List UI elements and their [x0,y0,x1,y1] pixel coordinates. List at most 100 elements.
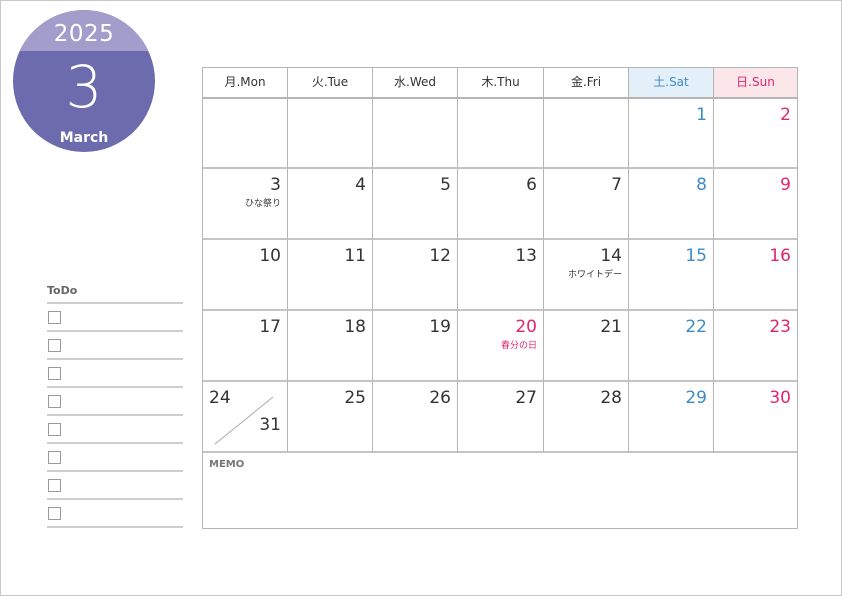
day-number: 18 [344,317,366,337]
day-cell[interactable] [373,99,458,169]
weekday-header: 金.Fri [544,68,629,99]
todo-checkbox[interactable] [48,367,61,380]
day-number: 8 [696,175,707,195]
day-number: 9 [780,175,791,195]
month-name: March [59,130,109,146]
day-number: 26 [429,388,451,408]
day-number: 28 [600,388,622,408]
todo-item [47,472,183,498]
weekday-header: 水.Wed [373,68,458,99]
todo-item [47,360,183,386]
weekday-header: 木.Thu [458,68,544,99]
day-cell[interactable]: 24 31 [203,382,288,453]
day-cell[interactable]: 17 [203,311,288,382]
todo-checkbox[interactable] [48,451,61,464]
memo-label: MEMO [209,459,245,470]
day-number: 23 [769,317,791,337]
month-number: 3 [65,53,103,121]
day-cell[interactable]: 25 [288,382,373,453]
day-number: 10 [259,246,281,266]
weekday-header: 月.Mon [203,68,288,99]
todo-checkbox[interactable] [48,423,61,436]
day-cell[interactable]: 29 [629,382,714,453]
day-cell[interactable]: 20 春分の日 [458,311,544,382]
weekday-header: 火.Tue [288,68,373,99]
day-cell[interactable]: 9 [714,169,797,240]
day-number: 16 [769,246,791,266]
day-number: 19 [429,317,451,337]
day-number: 3 [270,175,281,195]
todo-checkbox[interactable] [48,395,61,408]
day-cell[interactable]: 27 [458,382,544,453]
day-number: 27 [515,388,537,408]
todo-item [47,388,183,414]
day-cell[interactable]: 2 [714,99,797,169]
calendar-grid: 月.Mon 火.Tue 水.Wed 木.Thu 金.Fri 土.Sat 日.Sun 123ひ… [202,67,798,529]
day-cell[interactable]: 8 [629,169,714,240]
day-cell[interactable]: 5 [373,169,458,240]
todo-checkbox[interactable] [48,311,61,324]
day-cell[interactable]: 4 [288,169,373,240]
todo-checkbox[interactable] [48,339,61,352]
day-number: 21 [600,317,622,337]
day-cell[interactable]: 16 [714,240,797,311]
day-number: 7 [611,175,622,195]
day-cell[interactable]: 26 [373,382,458,453]
day-cell[interactable]: 10 [203,240,288,311]
day-cell[interactable]: 1 [629,99,714,169]
todo-divider [47,526,183,528]
todo-item [47,304,183,330]
day-cell[interactable] [203,99,288,169]
day-note: ひな祭り [244,199,281,209]
day-cell[interactable]: 12 [373,240,458,311]
todo-item [47,444,183,470]
todo-title: ToDo [47,284,78,297]
todo-checkbox[interactable] [48,479,61,492]
day-cell[interactable]: 18 [288,311,373,382]
memo-area[interactable]: MEMO [203,453,797,528]
day-number: 17 [259,317,281,337]
day-cell[interactable] [544,99,629,169]
day-number: 11 [344,246,366,266]
day-cell[interactable]: 11 [288,240,373,311]
month-badge: 2025 3 March [13,10,155,152]
day-cell[interactable]: 19 [373,311,458,382]
todo-item [47,416,183,442]
day-note: ホワイトデー [567,270,622,280]
day-cell[interactable]: 3 ひな祭り [203,169,288,240]
day-number: 2 [780,105,791,125]
day-cell[interactable]: 15 [629,240,714,311]
day-note: 春分の日 [500,341,537,351]
day-number: 6 [526,175,537,195]
day-number: 12 [429,246,451,266]
day-cell[interactable]: 13 [458,240,544,311]
day-cell[interactable] [458,99,544,169]
day-cell[interactable]: 30 [714,382,797,453]
day-cell[interactable]: 23 [714,311,797,382]
day-cell[interactable]: 22 [629,311,714,382]
todo-checkbox[interactable] [48,507,61,520]
day-cell[interactable]: 21 [544,311,629,382]
day-number: 20 [515,317,537,337]
day-number: 4 [355,175,366,195]
todo-item [47,500,183,526]
weekday-header: 日.Sun [714,68,797,99]
day-number: 14 [600,246,622,266]
day-cell[interactable]: 28 [544,382,629,453]
day-number: 31 [259,415,281,435]
year-label: 2025 [53,21,115,47]
day-cell[interactable]: 6 [458,169,544,240]
day-number: 15 [685,246,707,266]
day-number: 5 [440,175,451,195]
todo-list: ToDo [47,283,183,528]
day-number: 22 [685,317,707,337]
todo-item [47,332,183,358]
day-number: 29 [685,388,707,408]
day-cell[interactable]: 7 [544,169,629,240]
day-cell[interactable] [288,99,373,169]
day-number: 25 [344,388,366,408]
day-number: 30 [769,388,791,408]
weekday-header: 土.Sat [629,68,714,99]
day-cell[interactable]: 14 ホワイトデー [544,240,629,311]
day-number: 13 [515,246,537,266]
